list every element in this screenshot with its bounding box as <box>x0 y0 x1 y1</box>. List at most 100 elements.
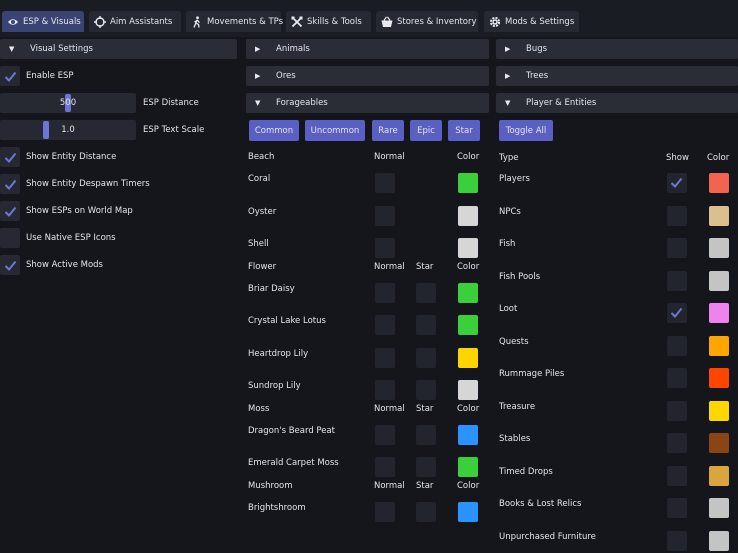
eye-icon <box>7 16 19 28</box>
star-checkbox[interactable] <box>416 380 436 400</box>
tab-stores-inventory[interactable]: Stores & Inventory <box>376 11 478 32</box>
color-swatch[interactable] <box>458 205 478 226</box>
color-swatch[interactable] <box>458 424 478 445</box>
color-swatch[interactable] <box>709 465 729 486</box>
color-swatch[interactable] <box>458 501 478 522</box>
star-checkbox[interactable] <box>416 501 436 522</box>
bugs-header[interactable]: ▶ Bugs <box>496 39 738 59</box>
show-checkbox[interactable] <box>667 465 687 486</box>
show-checkbox[interactable] <box>667 238 687 258</box>
normal-column-header: Normal <box>374 403 405 414</box>
option-label: Show Entity Distance <box>26 152 117 162</box>
star-column-header: Star <box>416 403 434 414</box>
tab-skills-tools[interactable]: Skills & Tools <box>286 11 371 32</box>
option-checkbox[interactable] <box>0 228 20 248</box>
normal-checkbox[interactable] <box>375 282 395 303</box>
checkmark-icon <box>4 206 16 217</box>
normal-checkbox[interactable] <box>375 238 395 258</box>
show-checkbox[interactable] <box>667 173 687 193</box>
color-swatch[interactable] <box>709 400 729 421</box>
normal-checkbox[interactable] <box>375 501 395 522</box>
color-swatch[interactable] <box>709 498 729 518</box>
visual-settings-header[interactable]: ▼ Visual Settings <box>0 39 237 59</box>
color-swatch[interactable] <box>709 530 729 551</box>
tab-esp-visuals[interactable]: ESP & Visuals <box>2 11 84 32</box>
normal-checkbox[interactable] <box>375 173 395 193</box>
color-swatch[interactable] <box>709 368 729 388</box>
option-checkbox[interactable] <box>0 201 20 221</box>
common-filter-button[interactable]: Common <box>249 120 299 141</box>
option-checkbox[interactable] <box>0 174 20 194</box>
show-checkbox[interactable] <box>667 433 687 453</box>
show-checkbox[interactable] <box>667 303 687 323</box>
group-header: Mushroom <box>248 480 293 491</box>
color-swatch[interactable] <box>709 173 729 193</box>
star-checkbox[interactable] <box>416 315 436 335</box>
normal-checkbox[interactable] <box>375 315 395 335</box>
normal-checkbox[interactable] <box>375 380 395 400</box>
show-checkbox[interactable] <box>667 335 687 356</box>
tab-movements-tps[interactable]: Movements & TPs <box>186 11 283 32</box>
tab-aim-assistants[interactable]: Aim Assistants <box>89 11 181 32</box>
color-swatch[interactable] <box>458 315 478 335</box>
color-swatch[interactable] <box>458 282 478 303</box>
trees-header[interactable]: ▶ Trees <box>496 66 738 86</box>
color-swatch[interactable] <box>709 238 729 258</box>
expand-arrow-icon: ▶ <box>255 72 261 80</box>
show-checkbox[interactable] <box>667 270 687 291</box>
star-checkbox[interactable] <box>416 347 436 368</box>
entity-label: Books & Lost Relics <box>499 499 582 509</box>
color-swatch[interactable] <box>458 457 478 477</box>
show-checkbox[interactable] <box>667 530 687 551</box>
show-checkbox[interactable] <box>667 400 687 421</box>
normal-checkbox[interactable] <box>375 457 395 477</box>
color-swatch[interactable] <box>458 173 478 193</box>
option-checkbox[interactable] <box>0 255 20 275</box>
tab-label: Skills & Tools <box>307 16 362 27</box>
ores-header[interactable]: ▶ Ores <box>246 66 489 86</box>
color-swatch[interactable] <box>458 380 478 400</box>
option-label: Show Active Mods <box>26 260 103 270</box>
star-checkbox[interactable] <box>416 282 436 303</box>
tab-mods-settings[interactable]: Mods & Settings <box>484 11 579 32</box>
slider-value: 500 <box>59 98 77 108</box>
forageables-header[interactable]: ▼ Forageables <box>246 93 489 113</box>
walking-person-icon <box>191 15 203 28</box>
esp-text-scale-slider[interactable]: 1.0 <box>0 120 136 140</box>
normal-checkbox[interactable] <box>375 424 395 445</box>
enable-esp-checkbox[interactable] <box>0 66 20 86</box>
entity-label: Quests <box>499 336 529 347</box>
forageable-label: Coral <box>248 174 271 184</box>
esp-distance-slider[interactable]: 500 <box>0 93 136 113</box>
normal-checkbox[interactable] <box>375 205 395 226</box>
tab-label: Mods & Settings <box>505 16 575 27</box>
color-swatch[interactable] <box>709 205 729 226</box>
forageable-label: Briar Daisy <box>248 283 295 294</box>
forageable-label: Oyster <box>248 206 277 217</box>
star-checkbox[interactable] <box>416 457 436 477</box>
uncommon-filter-button[interactable]: Uncommon <box>305 120 365 141</box>
animals-header[interactable]: ▶ Animals <box>246 39 489 59</box>
normal-checkbox[interactable] <box>375 347 395 368</box>
color-swatch[interactable] <box>458 347 478 368</box>
forageable-label: Shell <box>248 239 269 249</box>
player-entities-header[interactable]: ▼ Player & Entities <box>496 93 738 113</box>
show-checkbox[interactable] <box>667 498 687 518</box>
color-swatch[interactable] <box>709 433 729 453</box>
color-column-header: Color <box>707 153 730 163</box>
color-swatch[interactable] <box>709 303 729 323</box>
color-swatch[interactable] <box>709 270 729 291</box>
star-checkbox[interactable] <box>416 424 436 445</box>
rare-filter-button[interactable]: Rare <box>372 120 404 141</box>
show-checkbox[interactable] <box>667 205 687 226</box>
epic-filter-button[interactable]: Epic <box>410 120 442 141</box>
option-checkbox[interactable] <box>0 147 20 167</box>
show-checkbox[interactable] <box>667 368 687 388</box>
group-header: Beach <box>248 152 275 162</box>
color-swatch[interactable] <box>458 238 478 258</box>
show-column-header: Show <box>666 153 689 163</box>
star-filter-button[interactable]: Star <box>448 120 480 141</box>
toggle-all-button[interactable]: Toggle All <box>499 120 553 141</box>
tab-label: ESP & Visuals <box>23 16 81 27</box>
color-swatch[interactable] <box>709 335 729 356</box>
